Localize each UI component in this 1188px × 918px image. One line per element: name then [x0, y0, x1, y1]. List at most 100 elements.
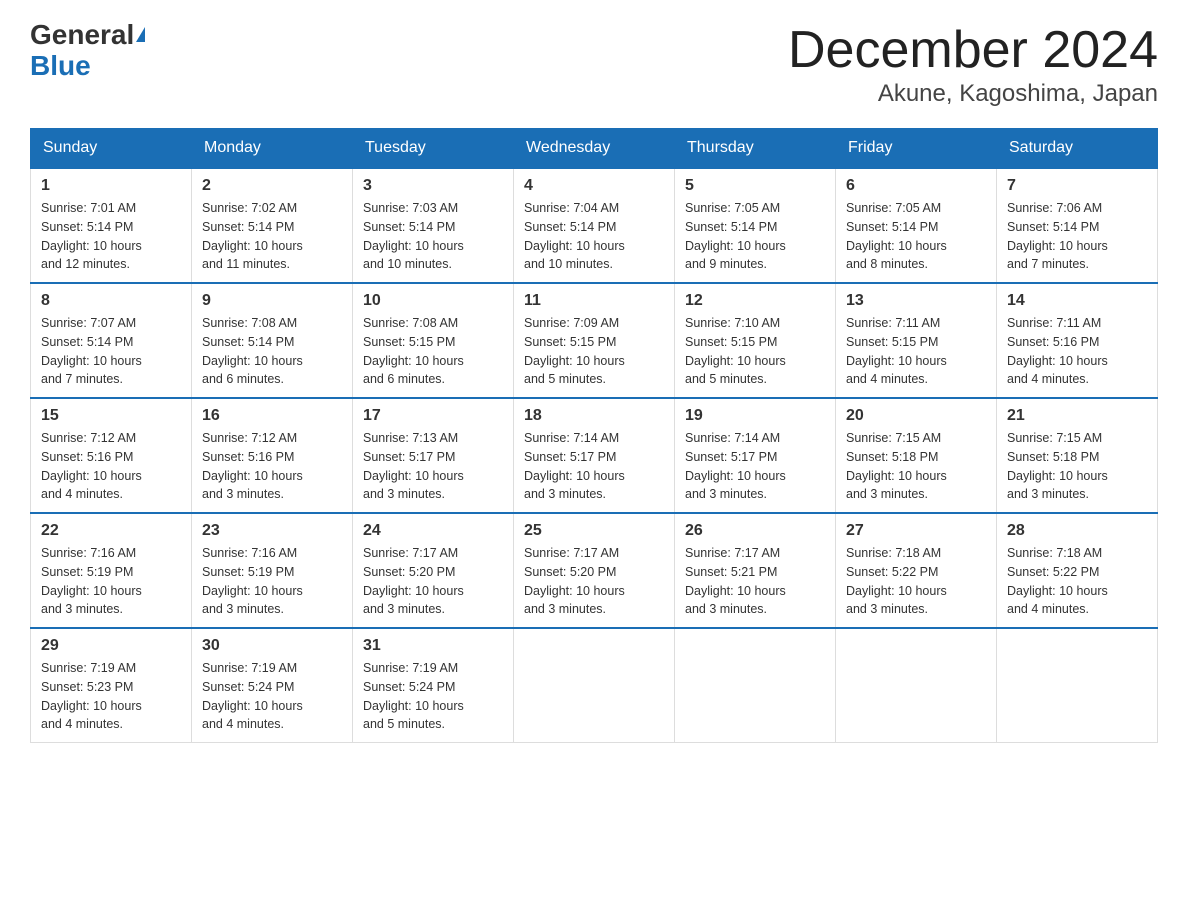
calendar-cell: 5Sunrise: 7:05 AMSunset: 5:14 PMDaylight…	[675, 168, 836, 283]
weekday-header-sunday: Sunday	[31, 129, 192, 169]
day-number: 12	[685, 292, 825, 310]
day-number: 1	[41, 177, 181, 195]
calendar-cell	[836, 628, 997, 743]
day-number: 3	[363, 177, 503, 195]
calendar-table: SundayMondayTuesdayWednesdayThursdayFrid…	[30, 128, 1158, 743]
calendar-body: 1 Sunrise: 7:01 AMSunset: 5:14 PMDaylight…	[31, 168, 1158, 743]
day-info: Sunrise: 7:19 AMSunset: 5:24 PMDaylight:…	[363, 659, 503, 734]
weekday-header-monday: Monday	[192, 129, 353, 169]
day-info: Sunrise: 7:14 AMSunset: 5:17 PMDaylight:…	[685, 429, 825, 504]
day-info: Sunrise: 7:01 AMSunset: 5:14 PMDaylight:…	[41, 199, 181, 274]
day-number: 31	[363, 637, 503, 655]
calendar-cell: 2 Sunrise: 7:02 AMSunset: 5:14 PMDaylight…	[192, 168, 353, 283]
calendar-cell: 11 Sunrise: 7:09 AMSunset: 5:15 PMDayligh…	[514, 283, 675, 398]
calendar-cell: 9 Sunrise: 7:08 AMSunset: 5:14 PMDaylight…	[192, 283, 353, 398]
weekday-header-tuesday: Tuesday	[353, 129, 514, 169]
calendar-cell: 15Sunrise: 7:12 AMSunset: 5:16 PMDayligh…	[31, 398, 192, 513]
logo-blue: Blue	[30, 50, 91, 81]
calendar-week-row: 1 Sunrise: 7:01 AMSunset: 5:14 PMDaylight…	[31, 168, 1158, 283]
day-info: Sunrise: 7:16 AMSunset: 5:19 PMDaylight:…	[41, 544, 181, 619]
day-number: 19	[685, 407, 825, 425]
day-info: Sunrise: 7:12 AMSunset: 5:16 PMDaylight:…	[202, 429, 342, 504]
weekday-header-wednesday: Wednesday	[514, 129, 675, 169]
calendar-cell: 22Sunrise: 7:16 AMSunset: 5:19 PMDayligh…	[31, 513, 192, 628]
page-header: General Blue December 2024 Akune, Kagosh…	[30, 20, 1158, 108]
day-number: 15	[41, 407, 181, 425]
day-info: Sunrise: 7:04 AMSunset: 5:14 PMDaylight:…	[524, 199, 664, 274]
calendar-cell: 3Sunrise: 7:03 AMSunset: 5:14 PMDaylight…	[353, 168, 514, 283]
calendar-cell: 7 Sunrise: 7:06 AMSunset: 5:14 PMDaylight…	[997, 168, 1158, 283]
day-number: 11	[524, 292, 664, 310]
calendar-cell: 13Sunrise: 7:11 AMSunset: 5:15 PMDayligh…	[836, 283, 997, 398]
calendar-header: SundayMondayTuesdayWednesdayThursdayFrid…	[31, 129, 1158, 169]
logo: General Blue	[30, 20, 145, 82]
calendar-week-row: 15 Sunrise: 7:12 AMSunset: 5:16 PMDayligh…	[31, 398, 1158, 513]
day-number: 14	[1007, 292, 1147, 310]
day-info: Sunrise: 7:16 AMSunset: 5:19 PMDaylight:…	[202, 544, 342, 619]
calendar-cell: 27Sunrise: 7:18 AMSunset: 5:22 PMDayligh…	[836, 513, 997, 628]
day-number: 17	[363, 407, 503, 425]
calendar-subtitle: Akune, Kagoshima, Japan	[788, 80, 1158, 108]
day-info: Sunrise: 7:09 AMSunset: 5:15 PMDaylight:…	[524, 314, 664, 389]
calendar-cell: 30Sunrise: 7:19 AMSunset: 5:24 PMDayligh…	[192, 628, 353, 743]
calendar-cell: 20 Sunrise: 7:15 AMSunset: 5:18 PMDayligh…	[836, 398, 997, 513]
calendar-week-row: 22Sunrise: 7:16 AMSunset: 5:19 PMDayligh…	[31, 513, 1158, 628]
weekday-header-friday: Friday	[836, 129, 997, 169]
calendar-cell	[675, 628, 836, 743]
day-info: Sunrise: 7:05 AMSunset: 5:14 PMDaylight:…	[846, 199, 986, 274]
calendar-cell: 26Sunrise: 7:17 AMSunset: 5:21 PMDayligh…	[675, 513, 836, 628]
calendar-cell: 25 Sunrise: 7:17 AMSunset: 5:20 PMDayligh…	[514, 513, 675, 628]
calendar-cell: 6 Sunrise: 7:05 AMSunset: 5:14 PMDaylight…	[836, 168, 997, 283]
day-number: 21	[1007, 407, 1147, 425]
calendar-cell: 1 Sunrise: 7:01 AMSunset: 5:14 PMDaylight…	[31, 168, 192, 283]
day-info: Sunrise: 7:18 AMSunset: 5:22 PMDaylight:…	[846, 544, 986, 619]
calendar-cell: 21 Sunrise: 7:15 AMSunset: 5:18 PMDayligh…	[997, 398, 1158, 513]
day-info: Sunrise: 7:17 AMSunset: 5:20 PMDaylight:…	[524, 544, 664, 619]
day-number: 8	[41, 292, 181, 310]
day-info: Sunrise: 7:06 AMSunset: 5:14 PMDaylight:…	[1007, 199, 1147, 274]
day-info: Sunrise: 7:19 AMSunset: 5:24 PMDaylight:…	[202, 659, 342, 734]
calendar-cell: 24 Sunrise: 7:17 AMSunset: 5:20 PMDayligh…	[353, 513, 514, 628]
logo-general: General	[30, 20, 134, 51]
calendar-cell: 10Sunrise: 7:08 AMSunset: 5:15 PMDayligh…	[353, 283, 514, 398]
calendar-cell: 29 Sunrise: 7:19 AMSunset: 5:23 PMDayligh…	[31, 628, 192, 743]
day-info: Sunrise: 7:19 AMSunset: 5:23 PMDaylight:…	[41, 659, 181, 734]
calendar-cell: 14Sunrise: 7:11 AMSunset: 5:16 PMDayligh…	[997, 283, 1158, 398]
day-number: 7	[1007, 177, 1147, 195]
day-info: Sunrise: 7:15 AMSunset: 5:18 PMDaylight:…	[846, 429, 986, 504]
day-number: 29	[41, 637, 181, 655]
day-info: Sunrise: 7:08 AMSunset: 5:14 PMDaylight:…	[202, 314, 342, 389]
day-info: Sunrise: 7:15 AMSunset: 5:18 PMDaylight:…	[1007, 429, 1147, 504]
calendar-week-row: 8 Sunrise: 7:07 AMSunset: 5:14 PMDaylight…	[31, 283, 1158, 398]
day-number: 25	[524, 522, 664, 540]
calendar-cell: 16 Sunrise: 7:12 AMSunset: 5:16 PMDayligh…	[192, 398, 353, 513]
calendar-week-row: 29 Sunrise: 7:19 AMSunset: 5:23 PMDayligh…	[31, 628, 1158, 743]
day-number: 13	[846, 292, 986, 310]
day-info: Sunrise: 7:07 AMSunset: 5:14 PMDaylight:…	[41, 314, 181, 389]
weekday-header-row: SundayMondayTuesdayWednesdayThursdayFrid…	[31, 129, 1158, 169]
day-number: 6	[846, 177, 986, 195]
day-number: 28	[1007, 522, 1147, 540]
day-number: 20	[846, 407, 986, 425]
weekday-header-saturday: Saturday	[997, 129, 1158, 169]
day-number: 4	[524, 177, 664, 195]
day-info: Sunrise: 7:14 AMSunset: 5:17 PMDaylight:…	[524, 429, 664, 504]
calendar-cell: 18 Sunrise: 7:14 AMSunset: 5:17 PMDayligh…	[514, 398, 675, 513]
calendar-cell: 28 Sunrise: 7:18 AMSunset: 5:22 PMDayligh…	[997, 513, 1158, 628]
day-info: Sunrise: 7:13 AMSunset: 5:17 PMDaylight:…	[363, 429, 503, 504]
day-number: 10	[363, 292, 503, 310]
calendar-cell: 8 Sunrise: 7:07 AMSunset: 5:14 PMDaylight…	[31, 283, 192, 398]
day-number: 24	[363, 522, 503, 540]
day-info: Sunrise: 7:10 AMSunset: 5:15 PMDaylight:…	[685, 314, 825, 389]
day-number: 16	[202, 407, 342, 425]
day-number: 18	[524, 407, 664, 425]
day-info: Sunrise: 7:05 AMSunset: 5:14 PMDaylight:…	[685, 199, 825, 274]
day-info: Sunrise: 7:18 AMSunset: 5:22 PMDaylight:…	[1007, 544, 1147, 619]
day-number: 9	[202, 292, 342, 310]
day-number: 26	[685, 522, 825, 540]
calendar-cell: 23Sunrise: 7:16 AMSunset: 5:19 PMDayligh…	[192, 513, 353, 628]
day-number: 2	[202, 177, 342, 195]
calendar-cell: 17 Sunrise: 7:13 AMSunset: 5:17 PMDayligh…	[353, 398, 514, 513]
day-info: Sunrise: 7:02 AMSunset: 5:14 PMDaylight:…	[202, 199, 342, 274]
day-info: Sunrise: 7:17 AMSunset: 5:20 PMDaylight:…	[363, 544, 503, 619]
